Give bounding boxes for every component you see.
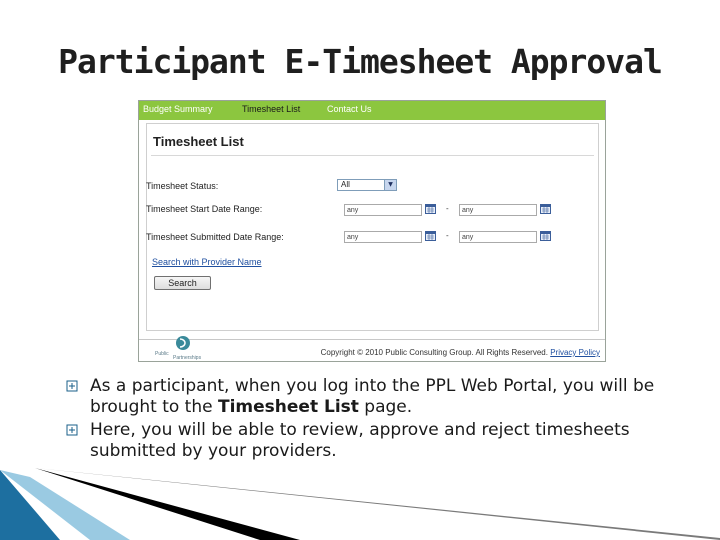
start-date-separator: - <box>446 204 449 213</box>
chevron-down-icon[interactable]: ▼ <box>384 180 396 190</box>
copyright-text: Copyright © 2010 Public Consulting Group… <box>320 348 548 357</box>
svg-text:Partnerships: Partnerships <box>173 355 202 361</box>
calendar-icon[interactable] <box>540 230 551 241</box>
portal-screenshot: Budget Summary Timesheet List Contact Us… <box>138 100 606 362</box>
calendar-icon[interactable] <box>425 203 436 214</box>
status-select[interactable]: All ▼ <box>337 179 397 191</box>
footer-text: Copyright © 2010 Public Consulting Group… <box>321 348 600 357</box>
bullet-text-part: page. <box>358 397 413 417</box>
submitted-date-from-input[interactable]: any <box>344 231 422 243</box>
svg-text:Public: Public <box>155 351 169 357</box>
start-date-from-input[interactable]: any <box>344 204 422 216</box>
square-bullet-icon <box>66 380 78 392</box>
slide-decoration <box>0 468 720 540</box>
submitted-date-to-input[interactable]: any <box>459 231 537 243</box>
public-partnerships-logo: Public Partnerships <box>155 336 202 361</box>
calendar-icon[interactable] <box>540 203 551 214</box>
submitted-date-separator: - <box>446 231 449 240</box>
bullet-item: As a participant, when you log into the … <box>66 376 676 418</box>
slide-title: Participant E-Timesheet Approval <box>58 42 663 81</box>
nav-contact-us[interactable]: Contact Us <box>327 104 372 114</box>
nav-budget-summary[interactable]: Budget Summary <box>143 104 213 114</box>
portal-nav-bar: Budget Summary Timesheet List Contact Us <box>139 101 605 120</box>
start-date-to-input[interactable]: any <box>459 204 537 216</box>
square-bullet-icon <box>66 424 78 436</box>
deco-gray-line <box>35 468 720 540</box>
panel-divider <box>151 155 594 156</box>
status-label: Timesheet Status: <box>146 181 219 191</box>
search-button[interactable]: Search <box>154 276 211 290</box>
deco-black-stripe <box>35 468 300 540</box>
timesheet-list-panel: Timesheet List <box>146 123 599 331</box>
nav-timesheet-list[interactable]: Timesheet List <box>242 104 300 114</box>
panel-title: Timesheet List <box>153 134 244 149</box>
bullet-text-bold: Timesheet List <box>218 397 359 417</box>
status-select-value: All <box>341 180 350 189</box>
bullet-list: As a participant, when you log into the … <box>66 376 676 464</box>
calendar-icon[interactable] <box>425 230 436 241</box>
submitted-date-label: Timesheet Submitted Date Range: <box>146 232 284 242</box>
search-provider-link[interactable]: Search with Provider Name <box>152 257 262 267</box>
start-date-label: Timesheet Start Date Range: <box>146 204 263 214</box>
privacy-policy-link[interactable]: Privacy Policy <box>550 348 600 357</box>
